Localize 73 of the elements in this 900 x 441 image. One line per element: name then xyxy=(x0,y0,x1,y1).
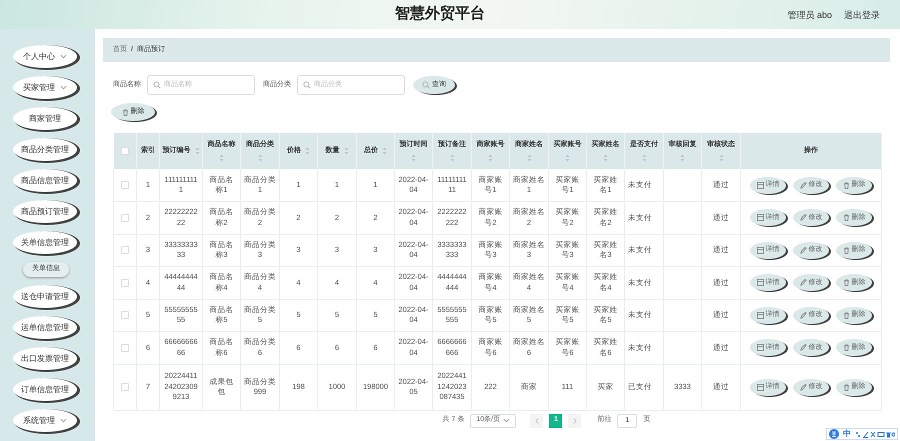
trash-icon xyxy=(842,182,850,188)
row-checkbox[interactable] xyxy=(121,214,129,222)
row-checkbox[interactable] xyxy=(121,344,129,352)
document-icon xyxy=(756,214,764,222)
trash-icon xyxy=(122,108,128,116)
sidebar-menu-item[interactable]: 商品预订管理 xyxy=(13,200,77,223)
sidebar-menu-item[interactable]: 商品信息管理 xyxy=(13,169,77,192)
row-checkbox[interactable] xyxy=(121,382,129,391)
chevron-right-icon xyxy=(572,418,577,424)
trash-icon xyxy=(842,246,850,254)
search-icon xyxy=(303,81,311,89)
next-page-button[interactable] xyxy=(568,414,582,428)
trash-icon xyxy=(842,312,850,319)
sidebar-menu-item[interactable]: 送仓申请管理 xyxy=(13,285,77,308)
previous-page-button[interactable] xyxy=(530,414,544,428)
trash-icon xyxy=(842,384,850,390)
row-checkbox[interactable] xyxy=(121,180,129,189)
pencil-icon xyxy=(800,384,806,390)
sort-icon[interactable] xyxy=(344,147,348,155)
row-checkbox[interactable] xyxy=(121,246,129,254)
sort-icon[interactable] xyxy=(488,154,493,162)
app-title: 智慧外贸平台 xyxy=(395,4,485,24)
sort-icon[interactable] xyxy=(680,154,685,162)
pencil-icon xyxy=(800,246,806,254)
sidebar-menu-item[interactable]: 商家管理 xyxy=(13,107,77,130)
sort-icon[interactable] xyxy=(603,154,608,162)
search-icon xyxy=(153,81,161,89)
pencil-icon xyxy=(800,312,806,319)
document-icon xyxy=(756,344,764,352)
pencil-icon xyxy=(800,214,806,222)
sort-icon[interactable] xyxy=(565,154,570,162)
sort-icon[interactable] xyxy=(258,154,262,162)
chevron-down-icon xyxy=(60,418,67,423)
sidebar-menu-item[interactable]: 运单信息管理 xyxy=(13,316,77,339)
document-icon xyxy=(756,246,764,254)
trash-icon xyxy=(842,214,850,222)
sidebar-menu-item[interactable]: 出口发票管理 xyxy=(13,347,77,370)
row-checkbox[interactable] xyxy=(121,278,129,287)
sort-icon[interactable] xyxy=(642,154,646,162)
sidebar-menu-item[interactable]: 个人中心 xyxy=(13,45,77,68)
pencil-icon xyxy=(800,279,806,286)
sort-icon[interactable] xyxy=(382,147,387,155)
sidebar-menu-item[interactable]: 系统管理 xyxy=(13,409,77,432)
chevron-left-icon xyxy=(534,418,539,424)
trash-icon xyxy=(842,279,850,286)
admin-user: 管理员 abo xyxy=(787,9,832,22)
sort-icon[interactable] xyxy=(411,154,416,162)
sort-icon[interactable] xyxy=(718,154,724,162)
select-all-checkbox[interactable] xyxy=(120,146,129,155)
document-icon xyxy=(756,279,764,286)
sidebar-menu-item[interactable]: 买家管理 xyxy=(13,76,77,99)
sidebar-menu-item[interactable]: 关单信息管理 xyxy=(13,231,77,254)
input-mode-toggle[interactable]: 中 xyxy=(843,428,851,440)
pencil-icon xyxy=(800,182,806,188)
logout-link[interactable]: 退出登录 xyxy=(844,9,880,22)
sort-icon[interactable] xyxy=(219,154,224,162)
chevron-down-icon xyxy=(60,54,67,59)
trash-icon xyxy=(842,344,850,352)
sidebar-menu-item[interactable]: 订单信息管理 xyxy=(13,378,77,401)
sidebar-menu-item[interactable]: 商品分类管理 xyxy=(13,138,77,161)
document-icon xyxy=(756,312,764,319)
sort-icon[interactable] xyxy=(526,154,532,162)
toolbar-icons-drawing xyxy=(855,430,895,438)
pencil-icon xyxy=(800,344,806,352)
search-icon xyxy=(422,81,430,89)
sort-icon[interactable] xyxy=(450,154,454,162)
row-checkbox[interactable] xyxy=(121,311,129,320)
chevron-down-icon xyxy=(503,418,510,423)
sort-icon[interactable] xyxy=(305,147,310,155)
document-icon xyxy=(756,182,764,188)
sort-icon[interactable] xyxy=(194,147,200,155)
document-icon xyxy=(756,384,764,390)
chevron-down-icon xyxy=(60,85,67,90)
